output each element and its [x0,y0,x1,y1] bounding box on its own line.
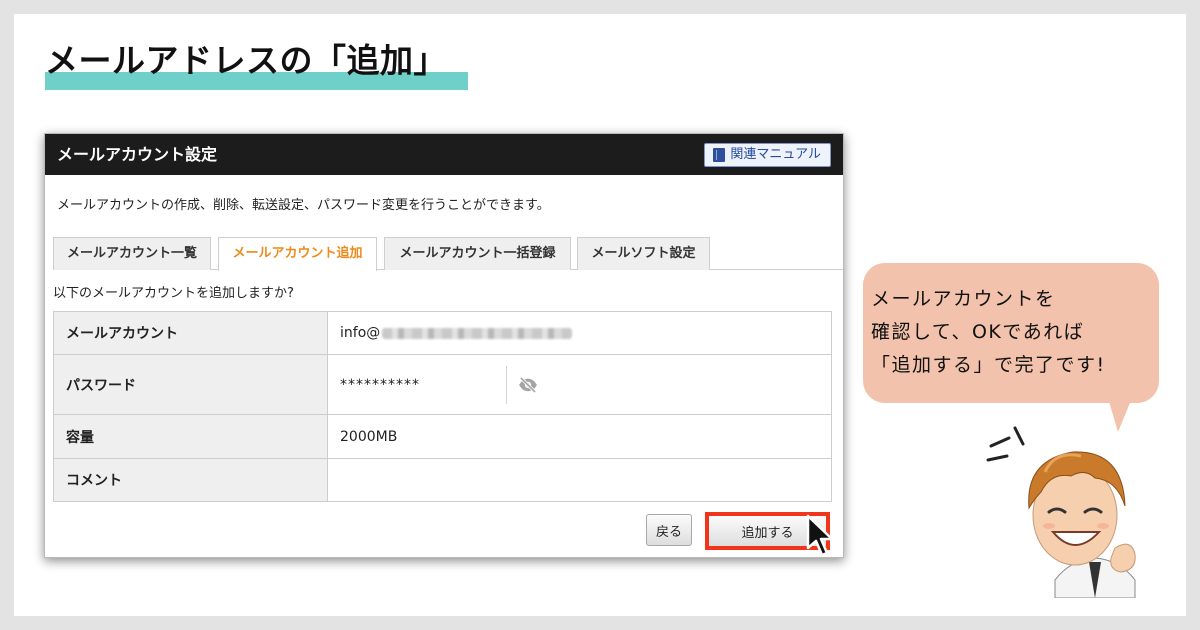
panel-description: メールアカウントの作成、削除、転送設定、パスワード変更を行うことができます。 [57,198,550,213]
table-row: 容量 2000MB [53,414,832,459]
table-row: パスワード ********** [53,354,832,415]
capacity-label: 容量 [53,414,328,459]
bubble-line-1: メールアカウントを [871,288,1056,310]
tab-account-bulk-register[interactable]: メールアカウント一括登録 [384,237,571,270]
tab-account-add[interactable]: メールアカウント追加 [218,237,377,271]
bubble-line-2: 確認して、OKであれば [871,321,1085,343]
blurred-domain [382,327,573,339]
comment-value [327,458,832,502]
character-illustration [986,426,1136,598]
related-manual-label: 関連マニュアル [730,147,821,162]
divider [506,365,507,404]
table-row: コメント [53,458,832,502]
panel-header: メールアカウント設定 関連マニュアル [45,134,843,175]
table-row: メールアカウント info@ [53,311,832,355]
bubble-line-3: 「追加する」で完了です! [871,354,1106,376]
confirm-message: 以下のメールアカウントを追加しますか? [53,286,294,301]
eye-slash-icon[interactable] [517,376,539,393]
book-icon [713,148,726,162]
speech-bubble-text: メールアカウントを 確認して、OKであれば 「追加する」で完了です! [871,283,1161,382]
add-button[interactable]: 追加する [705,512,830,550]
panel-title: メールアカウント設定 [57,145,218,164]
tab-bar: メールアカウント一覧 メールアカウント追加 メールアカウント一括登録 メールソフ… [53,237,843,271]
mail-account-settings-panel: メールアカウント設定 関連マニュアル メールアカウントの作成、削除、転送設定、パ… [44,133,844,558]
account-label: メールアカウント [53,311,328,355]
emphasis-marks [986,426,1025,462]
back-button[interactable]: 戻る [646,514,692,546]
capacity-value: 2000MB [327,414,832,459]
comment-label: コメント [53,458,328,502]
heading: メールアドレスの「追加」 [45,38,468,90]
password-label: パスワード [53,354,328,415]
password-value: ********** [340,376,420,393]
account-value: info@ [340,325,381,341]
related-manual-button[interactable]: 関連マニュアル [704,143,831,167]
account-value-cell: info@ [327,311,832,355]
tab-account-list[interactable]: メールアカウント一覧 [53,237,211,270]
heading-text: メールアドレスの「追加」 [45,41,447,80]
account-details-table: メールアカウント info@ パスワード ********** 容量 2000M… [53,311,832,502]
password-value-cell: ********** [327,354,832,415]
tab-mail-software-settings[interactable]: メールソフト設定 [577,237,710,270]
